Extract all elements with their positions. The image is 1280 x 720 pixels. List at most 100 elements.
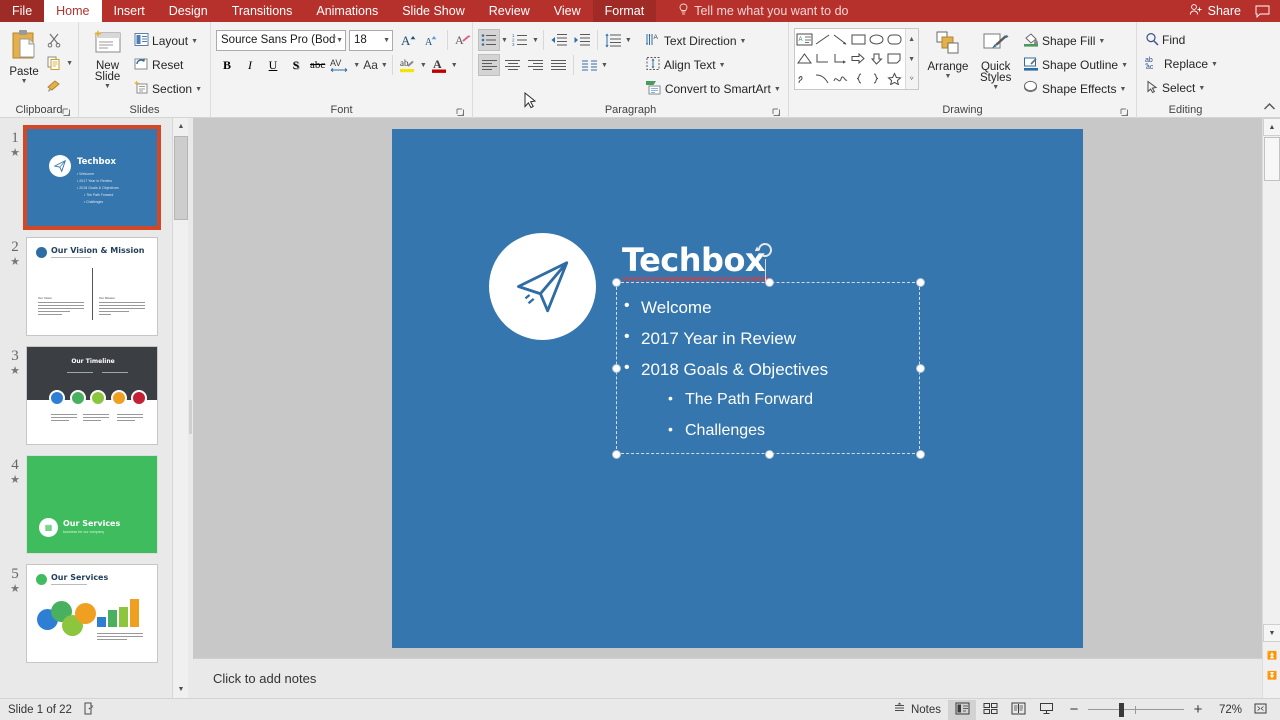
- paste-dropdown-caret-icon[interactable]: ▼: [21, 78, 28, 85]
- shape-textbox-icon[interactable]: A: [796, 30, 814, 49]
- thumbnail-row-2[interactable]: 2 ★ Our Vision & Mission Our Vision Our …: [0, 227, 188, 336]
- zoom-out-button[interactable]: −: [1060, 700, 1088, 720]
- shape-curve-icon[interactable]: [814, 69, 832, 88]
- shrink-font-icon[interactable]: A: [421, 29, 443, 51]
- current-slide[interactable]: Techbox Welcome 2017 Year in Review 2018…: [392, 129, 1083, 648]
- align-left-icon[interactable]: [478, 54, 500, 76]
- font-size-caret-icon[interactable]: ▼: [383, 37, 390, 44]
- shape-right-arrow-icon[interactable]: [850, 49, 868, 68]
- bullet-item-2[interactable]: 2017 Year in Review: [624, 328, 796, 349]
- slide-thumbnail-pane[interactable]: 1 ★ Techbox • Welcome • 2017 Year in Rev…: [0, 118, 188, 698]
- format-painter-icon[interactable]: [43, 75, 65, 97]
- thumbnail-scroll-down-icon[interactable]: ▼: [173, 681, 188, 698]
- copy-icon[interactable]: [43, 52, 65, 74]
- drawing-dialog-launcher-icon[interactable]: [1120, 108, 1129, 117]
- shape-freeform-icon[interactable]: [832, 69, 850, 88]
- shape-down-arrow-icon[interactable]: [868, 49, 886, 68]
- tab-transitions[interactable]: Transitions: [220, 0, 305, 22]
- section-button[interactable]: Section ▼: [131, 78, 205, 100]
- previous-slide-button[interactable]: ⏫: [1263, 646, 1280, 664]
- paste-button[interactable]: Paste ▼: [5, 27, 43, 85]
- shape-folded-corner-icon[interactable]: [886, 49, 904, 68]
- collapse-ribbon-icon[interactable]: [1263, 102, 1276, 115]
- new-slide-button[interactable]: New Slide ▼: [84, 27, 131, 90]
- shape-oval-icon[interactable]: [868, 30, 886, 49]
- zoom-slider[interactable]: [1088, 700, 1184, 720]
- decrease-indent-icon[interactable]: [548, 29, 570, 51]
- bullet-item-1[interactable]: Welcome: [624, 297, 711, 318]
- thumbnail-slide-2[interactable]: Our Vision & Mission Our Vision Our Miss…: [26, 237, 158, 336]
- thumbnail-slide-1[interactable]: Techbox • Welcome • 2017 Year in Review …: [23, 125, 161, 230]
- thumbnail-row-5[interactable]: 5 ★ Our Services: [0, 554, 188, 663]
- change-case-caret-icon[interactable]: ▼: [381, 62, 388, 69]
- arrange-button[interactable]: Arrange ▼: [925, 28, 972, 80]
- canvas-scroll-up-icon[interactable]: ▲: [1263, 118, 1280, 136]
- canvas-scroll-down-icon[interactable]: ▼: [1263, 624, 1280, 642]
- line-spacing-icon[interactable]: [602, 29, 624, 51]
- share-button[interactable]: Share: [1189, 3, 1241, 19]
- grow-font-icon[interactable]: A: [398, 29, 420, 51]
- resize-handle-bottom-center[interactable]: [765, 450, 774, 459]
- columns-icon[interactable]: [578, 54, 600, 76]
- bullet-item-3[interactable]: 2018 Goals & Objectives: [624, 359, 828, 380]
- shape-effects-caret-icon[interactable]: ▼: [1120, 86, 1127, 93]
- cut-icon[interactable]: [43, 29, 65, 51]
- text-direction-button[interactable]: A Text Direction ▼: [642, 30, 784, 52]
- thumbnail-row-3[interactable]: 3 ★ Our Timeline: [0, 336, 188, 445]
- bold-button[interactable]: B: [216, 54, 238, 76]
- tab-slide-show[interactable]: Slide Show: [390, 0, 477, 22]
- section-caret-icon[interactable]: ▼: [195, 86, 202, 93]
- new-slide-dropdown-caret-icon[interactable]: ▼: [104, 83, 111, 90]
- content-placeholder-selected[interactable]: Welcome 2017 Year in Review 2018 Goals &…: [612, 278, 925, 459]
- change-case-button[interactable]: Aa: [361, 54, 380, 76]
- strikethrough-button[interactable]: abc: [308, 54, 327, 76]
- tab-home[interactable]: Home: [44, 0, 102, 22]
- shapes-gallery-more-icon[interactable]: ⩒: [906, 69, 918, 89]
- arrange-caret-icon[interactable]: ▼: [945, 73, 952, 80]
- find-button[interactable]: Find: [1142, 29, 1221, 51]
- next-slide-button[interactable]: ⏬: [1263, 666, 1280, 684]
- slide-counter[interactable]: Slide 1 of 22: [8, 704, 72, 716]
- shape-scribble-icon[interactable]: [796, 69, 814, 88]
- select-button[interactable]: Select ▼: [1142, 77, 1221, 99]
- resize-handle-top-center[interactable]: [765, 278, 774, 287]
- resize-handle-bottom-right[interactable]: [916, 450, 925, 459]
- reset-button[interactable]: Reset: [131, 54, 205, 76]
- resize-handle-top-right[interactable]: [916, 278, 925, 287]
- replace-button[interactable]: ab ac Replace ▼: [1142, 53, 1221, 75]
- thumbnail-slide-4[interactable]: ▦ Our Services business for our company: [26, 455, 158, 554]
- copy-dropdown-caret-icon[interactable]: ▼: [66, 60, 73, 67]
- text-shadow-button[interactable]: S: [285, 54, 307, 76]
- thumbnail-row-1[interactable]: 1 ★ Techbox • Welcome • 2017 Year in Rev…: [0, 118, 188, 230]
- notes-toggle-button[interactable]: Notes: [886, 702, 948, 717]
- slide-logo[interactable]: [489, 233, 596, 340]
- tab-format[interactable]: Format: [592, 0, 657, 22]
- quick-styles-button[interactable]: Quick Styles ▼: [971, 28, 1020, 91]
- shape-fill-caret-icon[interactable]: ▼: [1098, 38, 1105, 45]
- shape-fill-button[interactable]: Shape Fill ▼: [1020, 30, 1131, 52]
- bullet-item-5[interactable]: Challenges: [668, 421, 765, 440]
- thumbnail-slide-3[interactable]: Our Timeline: [26, 346, 158, 445]
- clear-formatting-icon[interactable]: A: [452, 29, 474, 51]
- shape-right-brace-icon[interactable]: [868, 69, 886, 88]
- shapes-gallery[interactable]: A ▲ ▼ ⩒: [794, 28, 919, 90]
- tab-design[interactable]: Design: [157, 0, 220, 22]
- select-caret-icon[interactable]: ▼: [1198, 85, 1205, 92]
- font-name-combo[interactable]: Source Sans Pro (Body) ▼: [216, 29, 346, 51]
- font-name-caret-icon[interactable]: ▼: [336, 37, 343, 44]
- slide-canvas[interactable]: Techbox Welcome 2017 Year in Review 2018…: [193, 118, 1262, 658]
- thumbnail-pane-scrollbar[interactable]: ▲ ▼: [172, 118, 188, 698]
- clipboard-dialog-launcher-icon[interactable]: [62, 108, 71, 117]
- bullet-item-4[interactable]: The Path Forward: [668, 390, 813, 409]
- shape-arrow-icon[interactable]: [832, 30, 850, 49]
- shape-outline-caret-icon[interactable]: ▼: [1121, 62, 1128, 69]
- shape-outline-button[interactable]: Shape Outline ▼: [1020, 54, 1131, 76]
- convert-to-smartart-button[interactable]: Convert to SmartArt ▼: [642, 78, 784, 100]
- font-dialog-launcher-icon[interactable]: [456, 108, 465, 117]
- shape-effects-button[interactable]: Shape Effects ▼: [1020, 78, 1131, 100]
- shape-triangle-icon[interactable]: [796, 49, 814, 68]
- font-size-combo[interactable]: 18 ▼: [349, 29, 393, 51]
- zoom-percent-label[interactable]: 72%: [1212, 704, 1246, 716]
- thumbnail-row-4[interactable]: 4 ★ ▦ Our Services business for our comp…: [0, 445, 188, 554]
- increase-indent-icon[interactable]: [571, 29, 593, 51]
